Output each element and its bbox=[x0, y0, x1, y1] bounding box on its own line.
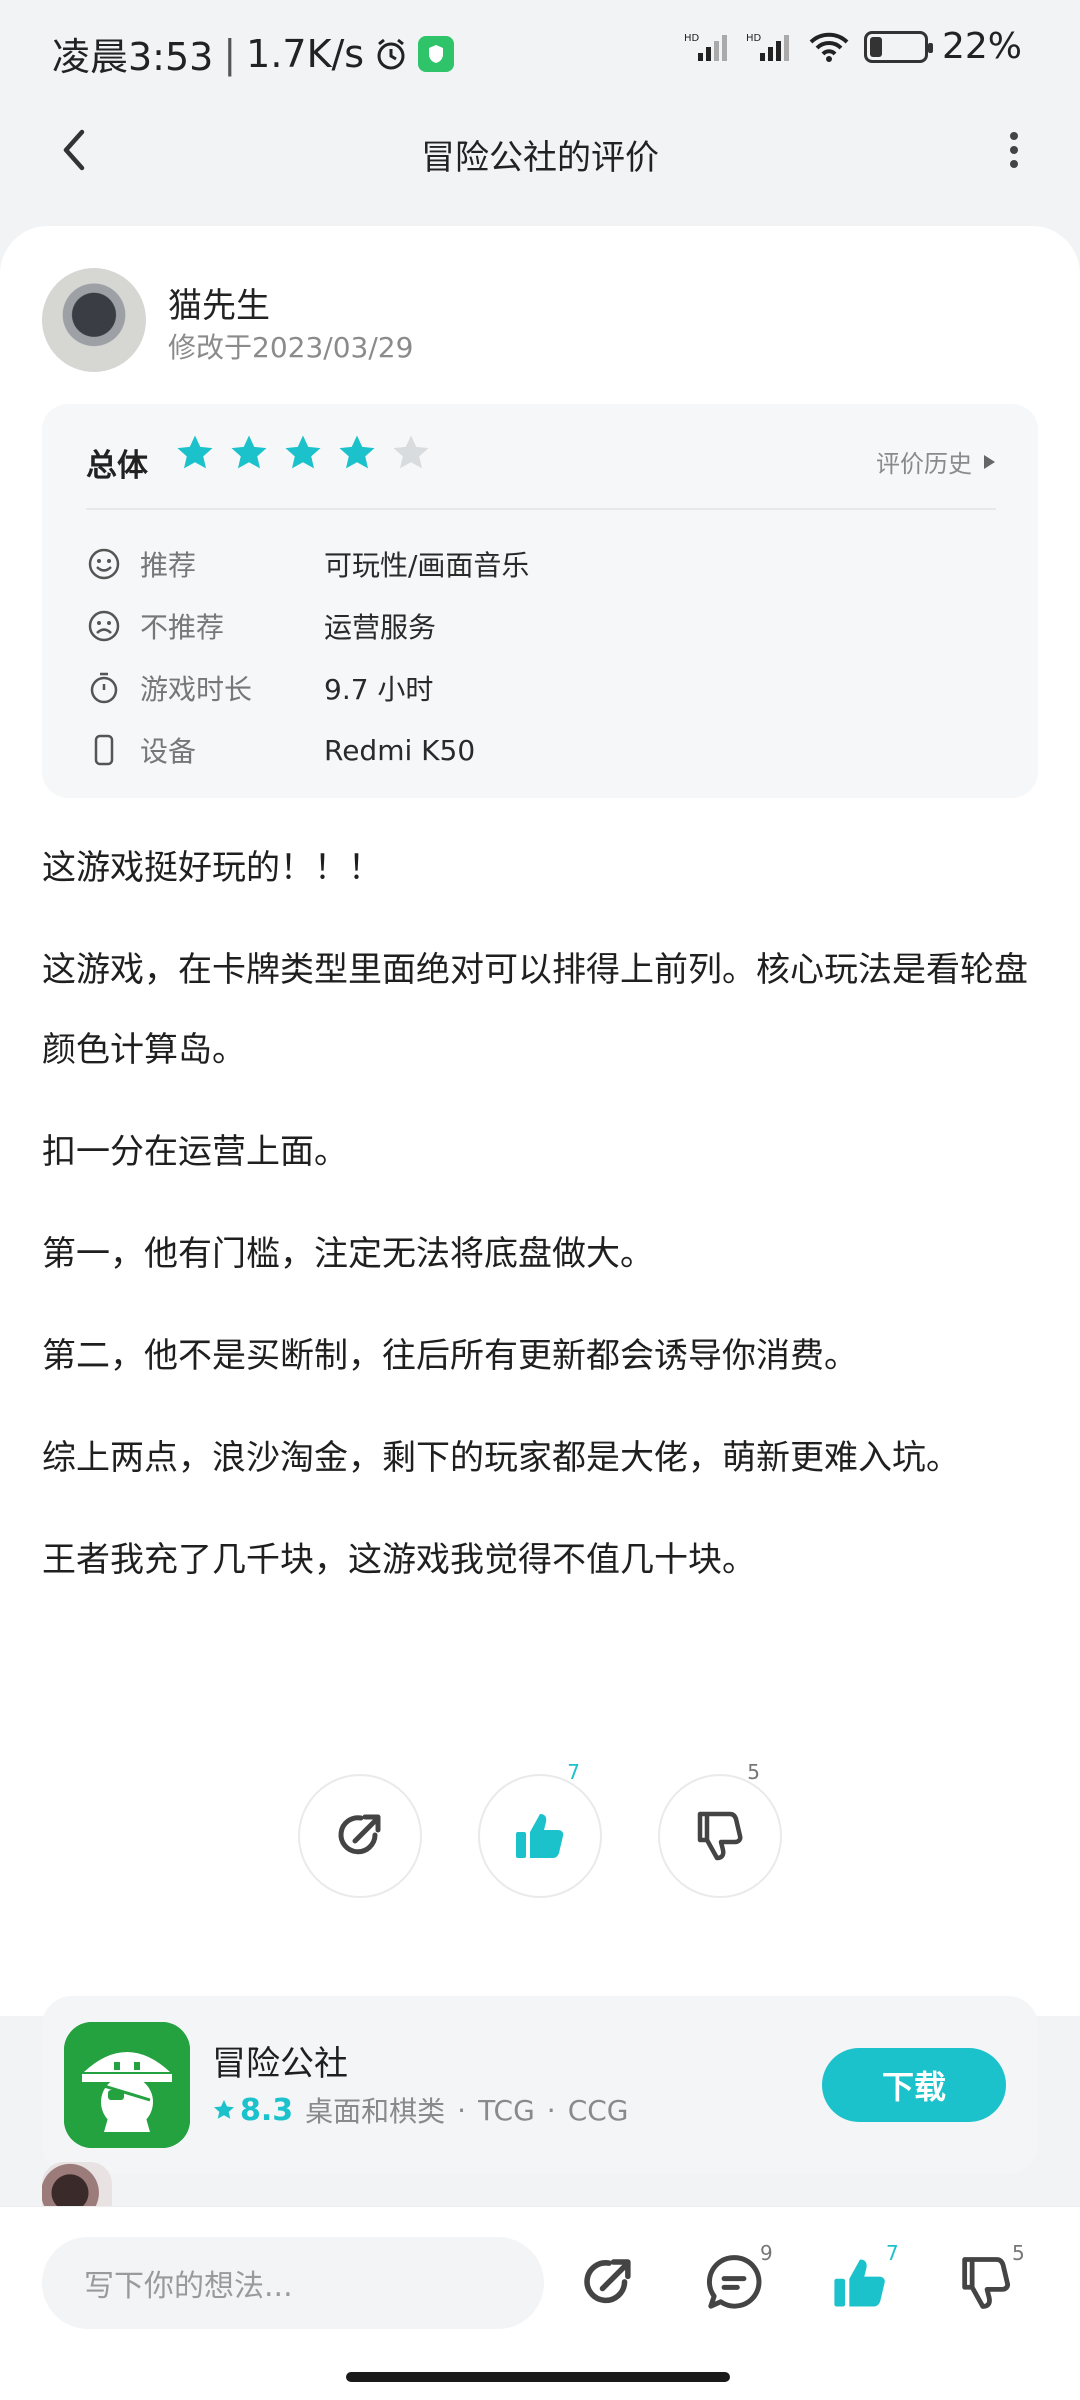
review-body: 这游戏挺好玩的！！！ 这游戏，在卡牌类型里面绝对可以排得上前列。核心玩法是看轮盘… bbox=[42, 828, 1042, 1622]
bottom-action-bar: 写下你的想法... 9 7 5 bbox=[0, 2206, 1080, 2400]
thumbs-down-icon[interactable] bbox=[954, 2251, 1018, 2315]
dislike-button[interactable]: 5 bbox=[658, 1760, 782, 1898]
status-bar: 凌晨3:53 | 1.7K/s HD HD 22% bbox=[52, 26, 1022, 79]
frown-icon bbox=[88, 610, 120, 642]
signal-icon: HD bbox=[684, 33, 727, 61]
share-icon bbox=[338, 1814, 381, 1855]
like-count: 7 bbox=[567, 1760, 580, 1784]
attribute-value: 可玩性/画面音乐 bbox=[324, 549, 530, 582]
star-icon bbox=[177, 435, 213, 469]
attribute-key: 推荐 bbox=[140, 549, 197, 582]
thumbs-down-icon bbox=[697, 1811, 743, 1861]
star-icon bbox=[339, 435, 375, 469]
app-tag: 桌面和棋类 bbox=[305, 2095, 446, 2128]
security-shield-icon bbox=[418, 35, 455, 72]
attribute-row-recommend: 推荐 可玩性/画面音乐 bbox=[86, 542, 986, 586]
home-indicator[interactable] bbox=[346, 2372, 730, 2382]
battery-percent: 22% bbox=[941, 26, 1022, 67]
wifi-icon bbox=[809, 32, 849, 62]
rating-history-label: 评价历史 bbox=[876, 450, 972, 478]
attribute-value: 9.7 小时 bbox=[324, 673, 434, 706]
rating-summary: 总体 评价历史 推荐 可玩性/画面音乐 不推荐 运营服务 游戏时长 9.7 小时… bbox=[42, 404, 1038, 798]
attribute-value: Redmi K50 bbox=[324, 733, 476, 767]
like-button[interactable]: 7 bbox=[478, 1760, 602, 1898]
svg-text:HD: HD bbox=[746, 33, 762, 44]
attribute-row-device: 设备 Redmi K50 bbox=[86, 728, 986, 772]
pirate-logo-icon bbox=[64, 2022, 190, 2148]
star-rating bbox=[174, 432, 432, 474]
commenter-avatar[interactable] bbox=[42, 2162, 112, 2206]
star-icon bbox=[214, 2100, 234, 2119]
divider bbox=[86, 508, 996, 510]
smile-icon bbox=[88, 548, 120, 580]
comment-count: 9 bbox=[760, 2241, 773, 2265]
phone-icon bbox=[94, 734, 114, 766]
share-button[interactable] bbox=[298, 1774, 422, 1898]
attribute-key: 不推荐 bbox=[140, 611, 225, 644]
review-paragraph: 扣一分在运营上面。 bbox=[42, 1132, 348, 1172]
network-speed: 1.7K/s bbox=[246, 31, 365, 76]
share-icon[interactable] bbox=[576, 2251, 640, 2315]
attribute-key: 游戏时长 bbox=[140, 673, 253, 706]
svg-text:HD: HD bbox=[684, 33, 700, 44]
star-icon bbox=[393, 435, 429, 469]
app-meta: 8.3 桌面和棋类 · TCG · CCG bbox=[212, 2090, 629, 2130]
alarm-icon bbox=[377, 38, 405, 69]
reviewer-name[interactable]: 猫先生 bbox=[168, 278, 270, 327]
app-score: 8.3 bbox=[240, 2092, 294, 2128]
avatar[interactable] bbox=[42, 268, 146, 372]
comment-icon[interactable] bbox=[702, 2251, 766, 2315]
signal-icon-2: HD bbox=[746, 33, 789, 61]
app-card[interactable]: 冒险公社 8.3 桌面和棋类 · TCG · CCG 下载 bbox=[42, 1996, 1038, 2174]
review-paragraph: 这游戏，在卡牌类型里面绝对可以排得上前列。核心玩法是看轮盘颜色计算岛。 bbox=[42, 950, 1028, 1070]
app-icon[interactable] bbox=[64, 2022, 190, 2148]
like-count: 7 bbox=[886, 2241, 899, 2265]
review-paragraph: 这游戏挺好玩的！！！ bbox=[42, 848, 382, 888]
attribute-key: 设备 bbox=[140, 735, 197, 768]
review-paragraph: 第一，他有门槛，注定无法将底盘做大。 bbox=[42, 1234, 654, 1274]
star-icon bbox=[285, 435, 321, 469]
review-paragraph: 综上两点，浪沙淘金，剩下的玩家都是大佬，萌新更难入坑。 bbox=[42, 1438, 960, 1478]
review-paragraph: 第二，他不是买断制，往后所有更新都会诱导你消费。 bbox=[42, 1336, 858, 1376]
attribute-row-not-recommend: 不推荐 运营服务 bbox=[86, 604, 986, 648]
app-tag: TCG bbox=[478, 2093, 535, 2127]
attribute-row-playtime: 游戏时长 9.7 小时 bbox=[86, 666, 986, 710]
dislike-count: 5 bbox=[1012, 2241, 1025, 2265]
triangle-right-icon bbox=[984, 454, 995, 469]
review-paragraph: 王者我充了几千块，这游戏我觉得不值几十块。 bbox=[42, 1540, 756, 1580]
overall-label: 总体 bbox=[86, 448, 148, 484]
attribute-value: 运营服务 bbox=[324, 611, 437, 644]
rating-history-link[interactable]: 评价历史 bbox=[876, 444, 996, 479]
status-time: 凌晨3:53 bbox=[52, 35, 214, 79]
app-tag: CCG bbox=[567, 2093, 629, 2127]
page-title: 冒险公社的评价 bbox=[421, 138, 659, 178]
dislike-count: 5 bbox=[747, 1760, 760, 1784]
star-icon bbox=[231, 435, 267, 469]
download-button[interactable]: 下载 bbox=[822, 2048, 1006, 2122]
top-nav-bar: 冒险公社的评价 bbox=[0, 100, 1080, 204]
comment-input[interactable]: 写下你的想法... bbox=[42, 2237, 544, 2329]
modified-date: 修改于2023/03/29 bbox=[168, 331, 414, 364]
thumbs-up-icon bbox=[516, 1814, 564, 1858]
app-name[interactable]: 冒险公社 bbox=[212, 2036, 348, 2085]
thumbs-up-icon[interactable] bbox=[828, 2251, 892, 2315]
battery-icon bbox=[863, 30, 933, 63]
more-options-icon[interactable] bbox=[1004, 126, 1024, 176]
timer-icon bbox=[90, 672, 118, 704]
